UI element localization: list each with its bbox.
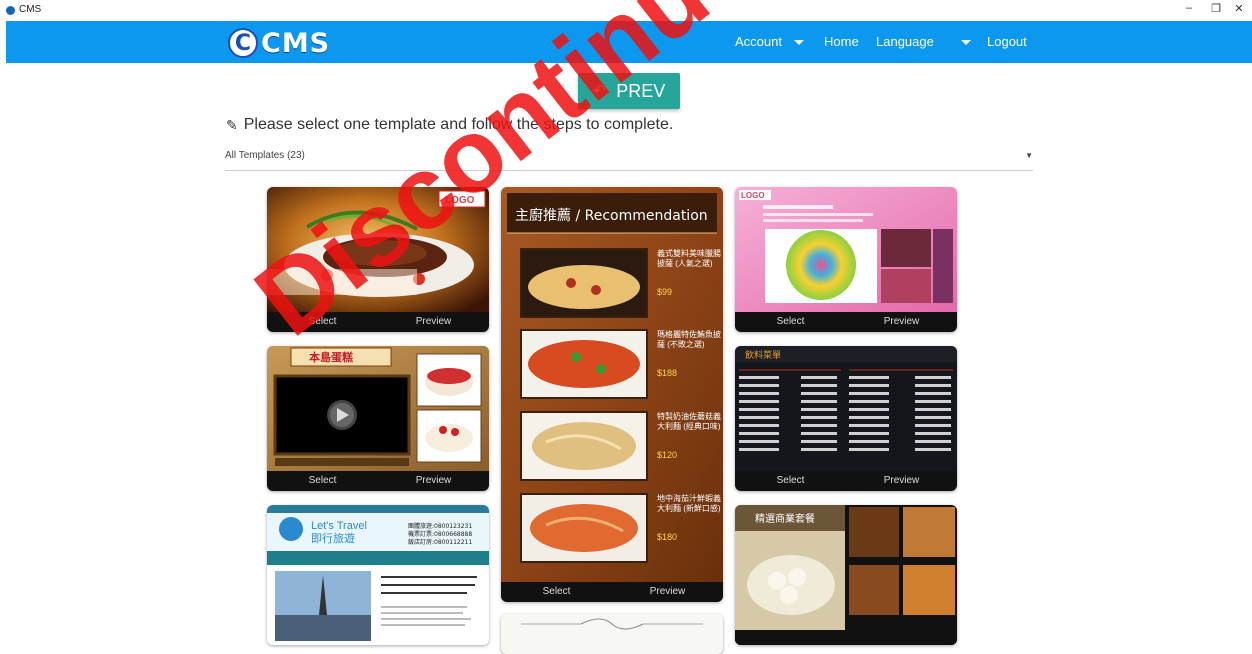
steak-image: LOGO (267, 187, 489, 312)
template-card-recommendation[interactable]: 主廚推薦 / Recommendation 義式雙料美味臘腸披薩 (人氣之選) … (501, 187, 723, 602)
prev-label: PREV (616, 80, 666, 101)
window-titlebar: CMS – ❐ ✕ (0, 0, 1252, 20)
dish-price: $180 (657, 532, 678, 542)
cake-header: 本島蛋糕 (309, 350, 353, 364)
top-navbar: C CMS Account Home Language Logout (6, 21, 1252, 63)
pencil-icon: ✎ (226, 116, 238, 133)
select-button[interactable]: Select (267, 316, 378, 327)
prev-button[interactable]: ↶ PREV (578, 73, 680, 109)
travel-template-image: Let's Travel 即行旅遊 團體旅遊:0800123231 機票訂票:0… (267, 505, 489, 641)
language-menu[interactable]: Language (876, 34, 972, 49)
instruction-label: Please select one template and follow th… (243, 116, 674, 133)
template-card-ornament[interactable] (501, 614, 723, 654)
candy-template-image: LOGO (735, 187, 957, 312)
template-thumbnail[interactable]: 精選商業套餐 (735, 505, 957, 645)
window-title: CMS (19, 4, 42, 15)
app-icon (6, 6, 15, 15)
card-action-bar: Select Preview (267, 471, 489, 491)
template-card-drinks[interactable]: 飲料菜單 Select Preview (735, 346, 957, 491)
logo-badge: LOGO (445, 195, 475, 206)
template-card-cake[interactable]: 本島蛋糕 Select Preview (267, 346, 489, 491)
close-window-button[interactable]: ✕ (1228, 2, 1250, 15)
account-menu[interactable]: Account (735, 34, 804, 49)
dish-price: $120 (657, 450, 678, 460)
dish-name: 義式雙料美味臘腸披薩 (人氣之選) (657, 249, 721, 268)
preview-button[interactable]: Preview (846, 475, 957, 486)
home-link[interactable]: Home (824, 34, 859, 49)
card-action-bar: Select Preview (735, 471, 957, 491)
template-filter-select[interactable]: All Templates (23) ▼ (225, 148, 1033, 171)
instruction-text: ✎ Please select one template and follow … (226, 116, 673, 134)
logout-link[interactable]: Logout (987, 34, 1027, 49)
logo-text: CMS (261, 27, 331, 59)
dish-name: 瑪格麗特佐鮪魚披薩 (不敗之選) (657, 330, 721, 349)
account-label: Account (735, 34, 782, 49)
template-card-steak[interactable]: LOGO Select Preview (267, 187, 489, 332)
minimize-button[interactable]: – (1178, 2, 1200, 14)
preview-button[interactable]: Preview (846, 316, 957, 327)
cms-logo[interactable]: C CMS (228, 26, 330, 60)
travel-phone: 機票訂票:0800668888 (408, 530, 472, 538)
travel-title-cn: 即行旅遊 (311, 531, 355, 545)
select-button[interactable]: Select (735, 475, 846, 486)
travel-phone: 飯店訂房:0800112211 (408, 538, 472, 546)
recommendation-template-image: 主廚推薦 / Recommendation (501, 187, 723, 582)
dish-price: $188 (657, 368, 678, 378)
template-thumbnail[interactable]: LOGO (267, 187, 489, 312)
dish-price: $99 (657, 287, 673, 297)
preview-button[interactable]: Preview (378, 316, 489, 327)
template-thumbnail[interactable]: 本島蛋糕 (267, 346, 489, 471)
dish-name: 特製奶油佐蘑菇義大利麵 (經典口味) (657, 412, 721, 431)
template-card-travel[interactable]: Let's Travel 即行旅遊 團體旅遊:0800123231 機票訂票:0… (267, 505, 489, 645)
drink-menu-image: 飲料菜單 (735, 346, 957, 471)
logo-badge: LOGO (741, 191, 765, 200)
chevron-down-icon (793, 40, 804, 46)
set-meal-image: 精選商業套餐 (735, 505, 957, 645)
template-thumbnail[interactable]: 飲料菜單 (735, 346, 957, 471)
chevron-down-icon (961, 40, 972, 46)
restore-button[interactable]: ❐ (1205, 2, 1227, 15)
back-arrow-icon: ↶ (592, 83, 607, 100)
card-action-bar: Select Preview (735, 312, 957, 332)
travel-title-en: Let's Travel (311, 520, 367, 532)
select-button[interactable]: Select (735, 316, 846, 327)
preview-button[interactable]: Preview (378, 475, 489, 486)
filter-value: All Templates (23) (225, 150, 305, 161)
dropdown-arrow-icon: ▼ (1025, 151, 1033, 160)
card-action-bar: Select Preview (267, 312, 489, 332)
travel-phone: 團體旅遊:0800123231 (408, 522, 472, 530)
dish-name: 地中海茄汁鮮蝦義大利麵 (新鮮口感) (657, 494, 721, 513)
drinks-title: 飲料菜單 (745, 349, 781, 361)
template-thumbnail[interactable]: LOGO (735, 187, 957, 312)
preview-button[interactable]: Preview (612, 586, 723, 597)
template-thumbnail[interactable]: Let's Travel 即行旅遊 團體旅遊:0800123231 機票訂票:0… (267, 505, 489, 645)
card-action-bar: Select Preview (501, 582, 723, 602)
template-card-set-meal[interactable]: 精選商業套餐 (735, 505, 957, 645)
logo-c-icon: C (228, 28, 258, 58)
select-button[interactable]: Select (267, 475, 378, 486)
template-thumbnail[interactable]: 主廚推薦 / Recommendation 義式雙料美味臘腸披薩 (人氣之選) … (501, 187, 723, 582)
ornament-image (521, 618, 703, 630)
recommendation-title: 主廚推薦 / Recommendation (515, 207, 708, 224)
template-card-candy[interactable]: LOGO Select Preview (735, 187, 957, 332)
set-meal-title: 精選商業套餐 (755, 512, 815, 525)
language-label: Language (876, 34, 934, 49)
select-button[interactable]: Select (501, 586, 612, 597)
cake-template-image: 本島蛋糕 (267, 346, 489, 471)
